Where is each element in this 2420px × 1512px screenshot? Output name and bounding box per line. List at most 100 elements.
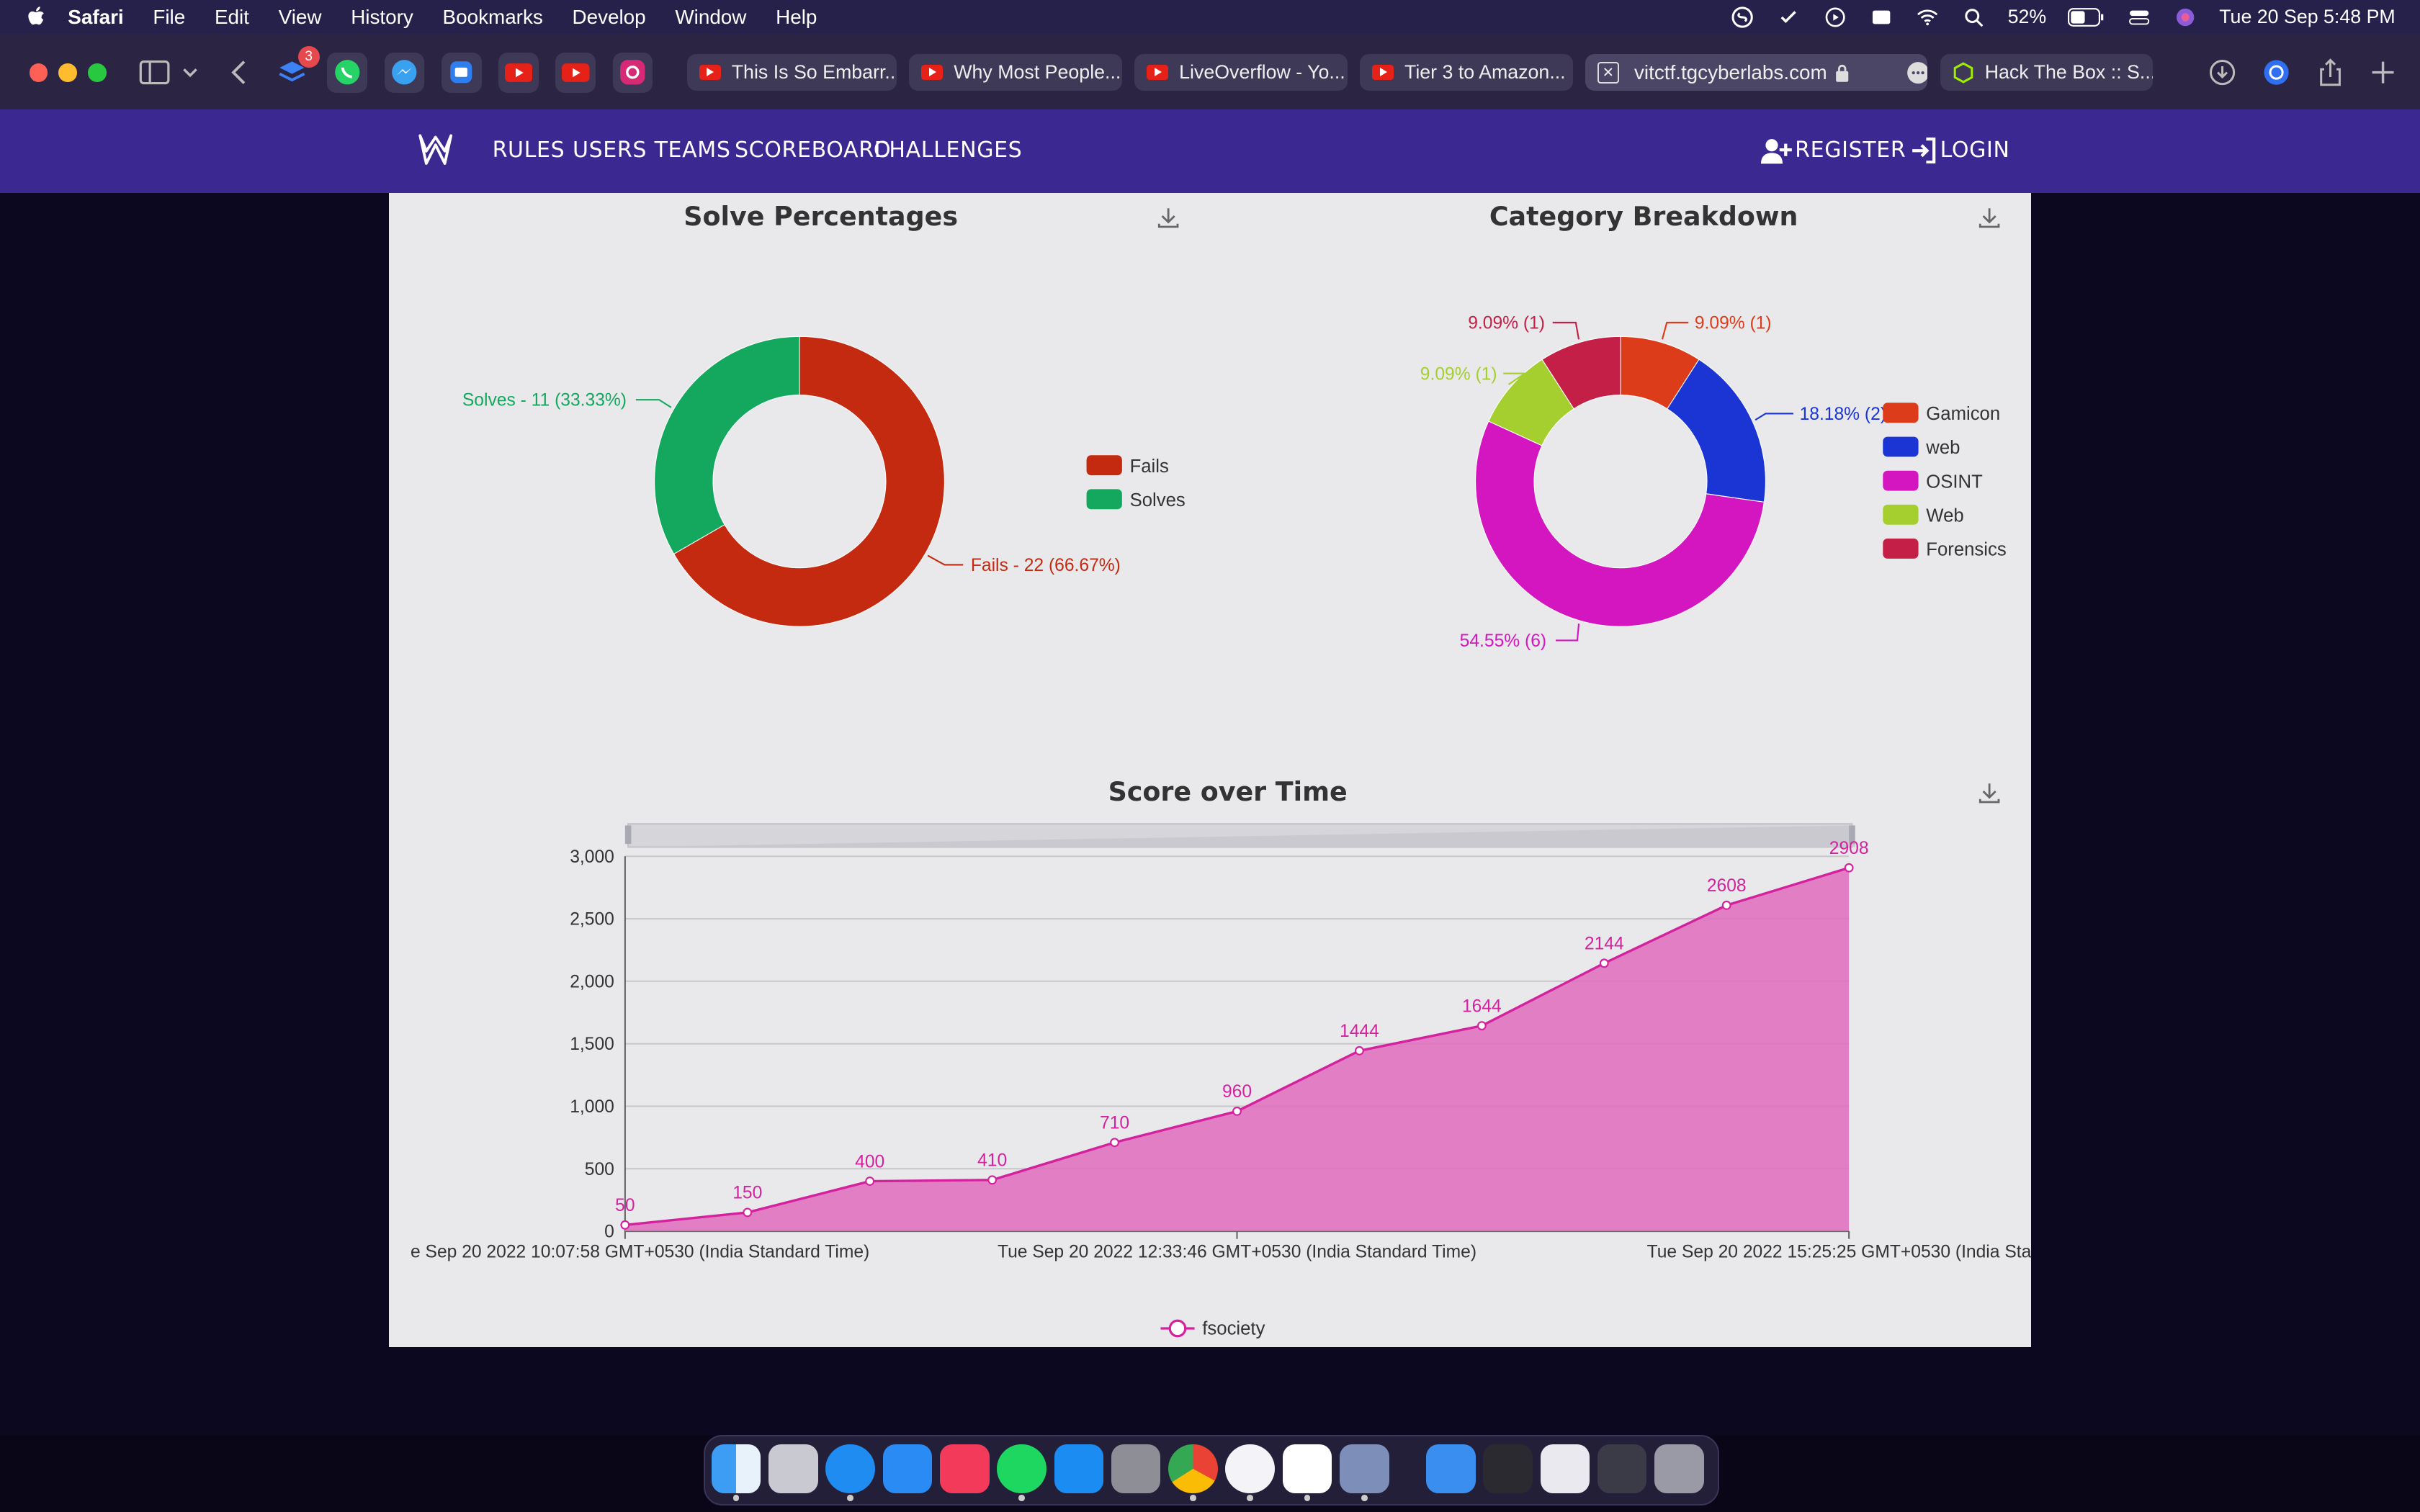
minimize-window-button[interactable] [58, 63, 78, 82]
play-icon[interactable] [1823, 6, 1847, 28]
music-icon[interactable] [940, 1444, 990, 1494]
folder-icon[interactable] [1425, 1444, 1476, 1494]
pinned-tab-messenger[interactable] [384, 52, 425, 93]
user-plus-icon[interactable] [1761, 138, 1792, 166]
youtube-icon [561, 63, 590, 82]
ctf-favicon-icon: ✕ [1597, 61, 1619, 84]
finder-icon[interactable] [711, 1444, 761, 1494]
battery-icon[interactable] [2068, 6, 2105, 28]
app-store-icon[interactable] [1054, 1444, 1104, 1494]
zoom-window-button[interactable] [88, 63, 107, 82]
score-point [1110, 1138, 1119, 1148]
sidebar-toggle-icon[interactable] [138, 55, 171, 89]
nav-scoreboard-link[interactable]: SCOREBOARD [735, 138, 891, 163]
menu-develop[interactable]: Develop [573, 6, 646, 29]
whatsapp-dock-icon[interactable] [1225, 1444, 1275, 1494]
site-navbar: RULES USERS TEAMS SCOREBOARD CHALLENGES … [0, 109, 2420, 193]
legend-label-forensics: Forensics [1926, 539, 2006, 559]
tab-hackthebox[interactable]: Hack The Box :: S... [1940, 53, 2154, 91]
slice-label-leader [1754, 413, 1793, 421]
running-indicator [1018, 1495, 1025, 1501]
new-tab-plus-icon[interactable] [2366, 55, 2400, 89]
chevron-down-icon[interactable] [179, 55, 201, 89]
nav-teams-link[interactable]: TEAMS [655, 138, 731, 163]
score-point [1844, 863, 1854, 873]
vpn-check-icon[interactable] [1776, 6, 1801, 28]
close-window-button[interactable] [29, 63, 48, 82]
wifi-icon[interactable] [1915, 6, 1940, 28]
back-icon[interactable] [223, 55, 256, 89]
safari-icon[interactable] [825, 1444, 875, 1494]
system-preferences-icon[interactable] [1111, 1444, 1161, 1494]
document-stack-icon[interactable] [1483, 1444, 1533, 1494]
tab-youtube-liveoverflow[interactable]: LiveOverflow - Yo... [1134, 53, 1348, 91]
pinned-tab-app[interactable] [441, 52, 482, 93]
menu-edit[interactable]: Edit [215, 6, 249, 29]
slice-data-label: 18.18% (2) [1800, 405, 1886, 424]
downloads-icon[interactable] [2205, 55, 2239, 89]
apple-menu-icon[interactable] [24, 4, 49, 29]
menu-window[interactable]: Window [675, 6, 746, 29]
preview-icon[interactable] [1340, 1444, 1389, 1494]
menu-help[interactable]: Help [776, 6, 817, 29]
more-options-icon[interactable] [1906, 60, 1928, 85]
spotify-icon[interactable] [997, 1444, 1047, 1494]
screenshot-stack-icon[interactable] [1540, 1444, 1590, 1494]
menubar-clock[interactable]: Tue 20 Sep 5:48 PM [2219, 6, 2396, 28]
pinned-tab-youtube-2[interactable] [555, 52, 596, 93]
pinned-tab-instagram[interactable] [612, 52, 653, 93]
nav-challenges-link[interactable]: CHALLENGES [874, 138, 1023, 163]
slice-label-leader [635, 398, 672, 408]
tab-title: Tier 3 to Amazon... [1404, 61, 1566, 84]
score-area-fill [624, 868, 1850, 1231]
slice-data-label: 9.09% (1) [1468, 313, 1545, 333]
pinned-tab-whatsapp[interactable] [327, 52, 367, 93]
youtube-icon [1147, 64, 1169, 81]
address-bar-url[interactable]: vitctf.tgcyberlabs.com [1634, 61, 1827, 84]
tab-youtube-tier3-amazon[interactable]: Tier 3 to Amazon... [1359, 53, 1573, 91]
download-icon[interactable] [1977, 780, 2002, 805]
y-tick-label: 2,500 [570, 910, 614, 930]
spotlight-search-icon[interactable] [1961, 6, 1986, 28]
lock-icon [1836, 64, 1849, 82]
score-data-label: 400 [855, 1152, 884, 1171]
mail-icon[interactable] [882, 1444, 933, 1494]
siri-icon[interactable] [2173, 6, 2197, 28]
keyboard-stack-icon[interactable] [1597, 1444, 1647, 1494]
youtube-icon [699, 64, 721, 81]
legend-label-solves: Solves [1130, 490, 1186, 510]
menu-history[interactable]: History [351, 6, 413, 29]
score-over-time-chart: 0 500 1,000 1,500 2,000 2,500 3,000 50 150 400 410… [411, 823, 2031, 1339]
launchpad-icon[interactable] [768, 1444, 818, 1494]
nav-users-link[interactable]: USERS [573, 138, 647, 163]
slice-label-leader [1661, 321, 1689, 340]
slice-label-leader [927, 554, 964, 566]
tab-youtube-why-most-people[interactable]: Why Most People... [909, 53, 1122, 91]
share-icon[interactable] [2313, 55, 2347, 89]
extension-shield-icon[interactable] [2259, 55, 2293, 89]
trash-icon[interactable] [1654, 1444, 1704, 1494]
score-point [1355, 1045, 1364, 1056]
keyboard-menu-icon[interactable] [1869, 6, 1894, 28]
menu-safari[interactable]: Safari [68, 6, 123, 29]
register-link[interactable]: REGISTER [1795, 138, 1906, 163]
pinned-tab-youtube-1[interactable] [498, 52, 539, 93]
menu-view[interactable]: View [279, 6, 322, 29]
shazam-icon[interactable] [1730, 6, 1754, 28]
menu-bookmarks[interactable]: Bookmarks [443, 6, 543, 29]
pinned-extension-layers[interactable]: 3 [272, 46, 320, 93]
nav-rules-link[interactable]: RULES [493, 138, 565, 163]
ctf-logo-icon[interactable] [417, 131, 454, 168]
login-link[interactable]: LOGIN [1940, 138, 2010, 163]
sign-in-icon[interactable] [1911, 137, 1937, 164]
slice-data-label: Fails - 22 (66.67%) [971, 556, 1121, 575]
messenger-icon [392, 60, 417, 85]
tab-vitctf-active[interactable]: ✕ vitctf.tgcyberlabs.com [1585, 53, 1928, 91]
control-center-icon[interactable] [2127, 6, 2151, 28]
menu-file[interactable]: File [153, 6, 185, 29]
notification-badge: 3 [297, 46, 320, 68]
tab-youtube-embarrassing[interactable]: This Is So Embarr... [686, 53, 897, 91]
instagram-icon [620, 60, 645, 85]
notion-icon[interactable] [1282, 1444, 1332, 1494]
chrome-icon[interactable] [1168, 1444, 1218, 1494]
